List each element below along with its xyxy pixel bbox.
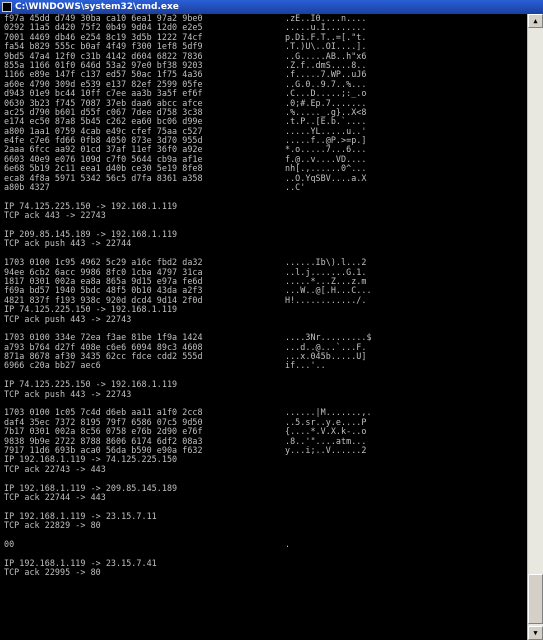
console-line: TCP ack 22743 -> 443 xyxy=(4,463,523,474)
console-line: a80b 4327 ..C' xyxy=(4,182,523,193)
ascii-dump-text: ..C' xyxy=(285,182,306,193)
window-title: C:\WINDOWS\system32\cmd.exe xyxy=(15,2,179,12)
console-line: 6966 c20a bb27 aec6 if...'.. xyxy=(4,360,523,371)
packet-header-text: TCP ack push 443 -> 22743 xyxy=(4,313,132,324)
console-line: TCP ack push 443 -> 22744 xyxy=(4,238,523,249)
packet-header-text: TCP ack 22829 -> 80 xyxy=(4,520,101,531)
ascii-dump-text: if...'.. xyxy=(285,360,326,371)
scroll-down-button[interactable]: ▼ xyxy=(528,626,543,640)
scroll-thumb[interactable] xyxy=(528,574,543,624)
packet-header-text: TCP ack 22995 -> 80 xyxy=(4,567,101,578)
title-bar[interactable]: C:\WINDOWS\system32\cmd.exe xyxy=(0,0,543,14)
console-line: TCP ack 22744 -> 443 xyxy=(4,491,523,502)
packet-header-text: TCP ack push 443 -> 22744 xyxy=(4,238,132,249)
ascii-dump-text: y...i;..V......2 xyxy=(285,444,367,455)
hex-dump-text: 6966 c20a bb27 aec6 xyxy=(4,360,101,371)
ascii-dump-text: H!............/. xyxy=(285,294,367,305)
packet-header-text: TCP ack 22743 -> 443 xyxy=(4,463,106,474)
arrow-down-icon: ▼ xyxy=(533,629,538,637)
packet-header-text: TCP ack push 443 -> 22743 xyxy=(4,388,132,399)
console-line: TCP ack push 443 -> 22743 xyxy=(4,388,523,399)
console-line: eca8 4f8a 5971 5342 56c5 d7fa 8361 a358.… xyxy=(4,173,523,183)
console-line: TCP ack 22995 -> 80 xyxy=(4,567,523,578)
packet-header-text: TCP ack 22744 -> 443 xyxy=(4,491,106,502)
console-line: TCP ack 443 -> 22743 xyxy=(4,210,523,221)
hex-dump-text: 00 xyxy=(4,538,15,549)
packet-header-text: TCP ack 443 -> 22743 xyxy=(4,210,106,221)
console-line: TCP ack 22829 -> 80 xyxy=(4,520,523,531)
vertical-scrollbar[interactable]: ▲ ▼ xyxy=(527,14,543,640)
console-output[interactable]: f97a 45dd d749 30ba ca10 6ea1 97a2 9be0.… xyxy=(4,14,523,632)
scroll-up-button[interactable]: ▲ xyxy=(528,14,543,28)
console-line: TCP ack push 443 -> 22743 xyxy=(4,313,523,324)
hex-dump-text: a80b 4327 xyxy=(4,182,50,193)
console-line: 00. xyxy=(4,538,523,549)
ascii-dump-text: . xyxy=(285,538,291,549)
cmd-window: C:\WINDOWS\system32\cmd.exe f97a 45dd d7… xyxy=(0,0,543,640)
arrow-up-icon: ▲ xyxy=(533,17,538,25)
cmd-icon xyxy=(2,2,12,12)
